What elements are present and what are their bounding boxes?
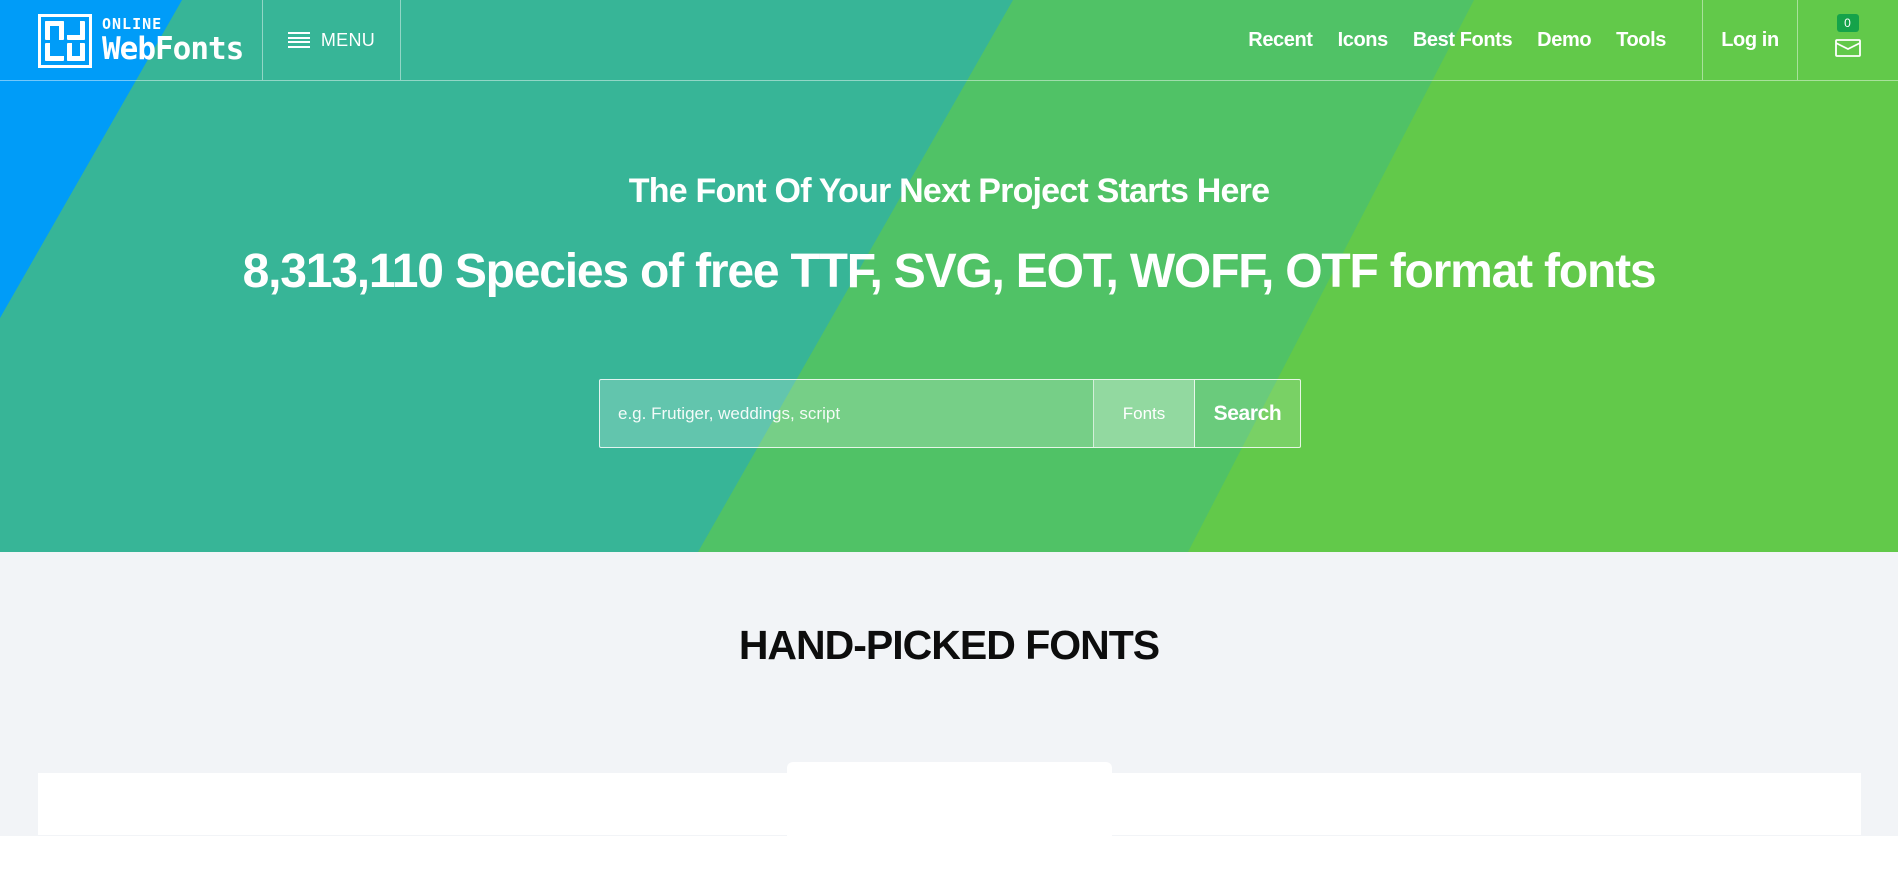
nav-link-tools[interactable]: Tools bbox=[1616, 29, 1666, 52]
logo-small-text: ONLINE bbox=[102, 15, 163, 33]
top-navigation: ONLINE WebFonts MENU Recent Icons Best F… bbox=[0, 0, 1898, 81]
hamburger-icon bbox=[287, 32, 310, 48]
logo-big-text: WebFonts bbox=[102, 31, 244, 67]
nav-link-demo[interactable]: Demo bbox=[1537, 29, 1591, 52]
search-input[interactable] bbox=[600, 380, 1093, 447]
nav-link-icons[interactable]: Icons bbox=[1338, 29, 1389, 52]
login-link[interactable]: Log in bbox=[1703, 0, 1797, 80]
hero-title: 8,313,110 Species of free TTF, SVG, EOT,… bbox=[242, 245, 1657, 298]
nav-link-recent[interactable]: Recent bbox=[1248, 29, 1313, 52]
nav-link-best-fonts[interactable]: Best Fonts bbox=[1413, 29, 1513, 52]
hero-subtitle: The Font Of Your Next Project Starts Her… bbox=[628, 172, 1270, 210]
hand-picked-section: HAND-PICKED FONTS bbox=[0, 552, 1898, 872]
search-button[interactable]: Search bbox=[1194, 380, 1300, 447]
cart-count-badge: 0 bbox=[1836, 14, 1859, 32]
site-logo[interactable]: ONLINE WebFonts bbox=[38, 14, 244, 68]
section-title: HAND-PICKED FONTS bbox=[738, 622, 1160, 668]
search-bar: Fonts Search bbox=[599, 379, 1301, 448]
hero-banner: ONLINE WebFonts MENU Recent Icons Best F… bbox=[0, 0, 1898, 552]
logo-text: ONLINE WebFonts bbox=[102, 15, 244, 67]
logo-icon bbox=[38, 14, 92, 68]
cart-button[interactable]: 0 bbox=[1797, 0, 1898, 80]
search-type-select[interactable]: Fonts bbox=[1093, 380, 1194, 447]
menu-button[interactable]: MENU bbox=[263, 0, 400, 80]
nav-divider bbox=[400, 0, 401, 80]
page-bottom bbox=[0, 836, 1898, 866]
main-nav: Recent Icons Best Fonts Demo Tools bbox=[1223, 0, 1666, 80]
cart-icon: 0 bbox=[1834, 14, 1862, 58]
menu-label: MENU bbox=[320, 29, 376, 50]
